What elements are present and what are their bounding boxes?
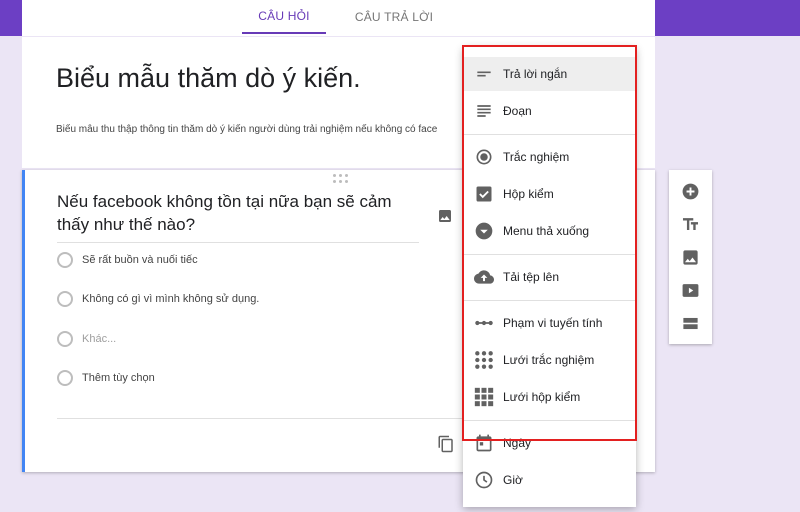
- other-option-row[interactable]: Khác...: [57, 329, 116, 349]
- menu-divider: [463, 254, 636, 255]
- linear-scale-icon: [475, 320, 493, 326]
- menu-item-date[interactable]: Ngày: [463, 426, 636, 460]
- menu-item-label: Giờ: [503, 473, 523, 487]
- image-icon[interactable]: [681, 248, 700, 267]
- image-icon[interactable]: [437, 208, 453, 224]
- menu-item-label: Hộp kiểm: [503, 187, 554, 201]
- option-row[interactable]: Không có gì vì mình không sử dụng.: [57, 289, 259, 309]
- side-toolbar: [669, 170, 712, 344]
- question-type-menu: Trả lời ngắn Đoạn Trắc nghiệm Hộp kiểm M…: [463, 47, 636, 507]
- drag-handle-icon[interactable]: [333, 174, 351, 184]
- radio-icon: [57, 291, 73, 307]
- add-question-icon[interactable]: [681, 182, 700, 201]
- menu-divider: [463, 134, 636, 135]
- menu-item-label: Menu thả xuống: [503, 224, 590, 238]
- menu-item-checkbox-grid[interactable]: Lưới hộp kiểm: [463, 380, 636, 414]
- add-option-row[interactable]: Thêm tùy chọn: [57, 368, 155, 388]
- menu-item-label: Lưới trắc nghiệm: [503, 353, 595, 367]
- clock-icon: [475, 471, 493, 489]
- short-answer-icon: [477, 71, 491, 77]
- menu-item-label: Đoạn: [503, 104, 532, 118]
- section-icon[interactable]: [681, 314, 700, 333]
- menu-divider: [463, 300, 636, 301]
- menu-item-multiple-choice[interactable]: Trắc nghiệm: [463, 140, 636, 174]
- menu-item-file-upload[interactable]: Tải tệp lên: [463, 260, 636, 294]
- calendar-icon: [476, 434, 492, 452]
- tab-responses[interactable]: CÂU TRẢ LỜI: [334, 0, 454, 34]
- radio-icon: [57, 331, 73, 347]
- menu-item-label: Phạm vi tuyến tính: [503, 316, 603, 330]
- menu-item-label: Tải tệp lên: [503, 270, 560, 284]
- grid-dots-icon: [475, 351, 493, 369]
- option-label[interactable]: Không có gì vì mình không sử dụng.: [82, 293, 259, 305]
- grid-checkbox-icon: [474, 387, 494, 407]
- title-text-icon[interactable]: [681, 215, 700, 234]
- menu-item-label: Trắc nghiệm: [503, 150, 570, 164]
- question-title-input[interactable]: Nếu facebook không tồn tại nữa bạn sẽ cả…: [57, 190, 419, 243]
- copy-icon[interactable]: [437, 434, 455, 454]
- menu-item-dropdown[interactable]: Menu thả xuống: [463, 214, 636, 248]
- add-option-label[interactable]: Thêm tùy chọn: [82, 372, 155, 384]
- menu-divider: [463, 420, 636, 421]
- tab-questions[interactable]: CÂU HỎI: [242, 0, 326, 34]
- menu-item-short-answer[interactable]: Trả lời ngắn: [463, 57, 636, 91]
- radio-icon: [57, 370, 73, 386]
- checkbox-icon: [476, 186, 492, 202]
- upload-cloud-icon: [474, 270, 494, 284]
- dropdown-icon: [475, 222, 493, 240]
- menu-item-linear-scale[interactable]: Phạm vi tuyến tính: [463, 306, 636, 340]
- menu-item-mc-grid[interactable]: Lưới trắc nghiệm: [463, 343, 636, 377]
- radio-icon: [57, 252, 73, 268]
- form-title[interactable]: Biểu mẫu thăm dò ý kiến.: [56, 63, 361, 94]
- form-description[interactable]: Biểu mẫu thu thập thông tin thăm dò ý ki…: [56, 124, 461, 135]
- menu-item-label: Lưới hộp kiểm: [503, 390, 581, 404]
- menu-item-paragraph[interactable]: Đoạn: [463, 94, 636, 128]
- other-option-label[interactable]: Khác...: [82, 333, 116, 345]
- menu-item-label: Trả lời ngắn: [503, 67, 568, 81]
- option-label[interactable]: Sẽ rất buồn và nuối tiếc: [82, 254, 198, 266]
- radio-icon: [476, 149, 492, 165]
- menu-item-time[interactable]: Giờ: [463, 463, 636, 497]
- menu-item-checkboxes[interactable]: Hộp kiểm: [463, 177, 636, 211]
- tabs-bar: CÂU HỎI CÂU TRẢ LỜI: [22, 0, 655, 36]
- menu-item-label: Ngày: [503, 436, 532, 450]
- video-icon[interactable]: [681, 281, 700, 300]
- paragraph-icon: [477, 105, 491, 117]
- option-row[interactable]: Sẽ rất buồn và nuối tiếc: [57, 250, 198, 270]
